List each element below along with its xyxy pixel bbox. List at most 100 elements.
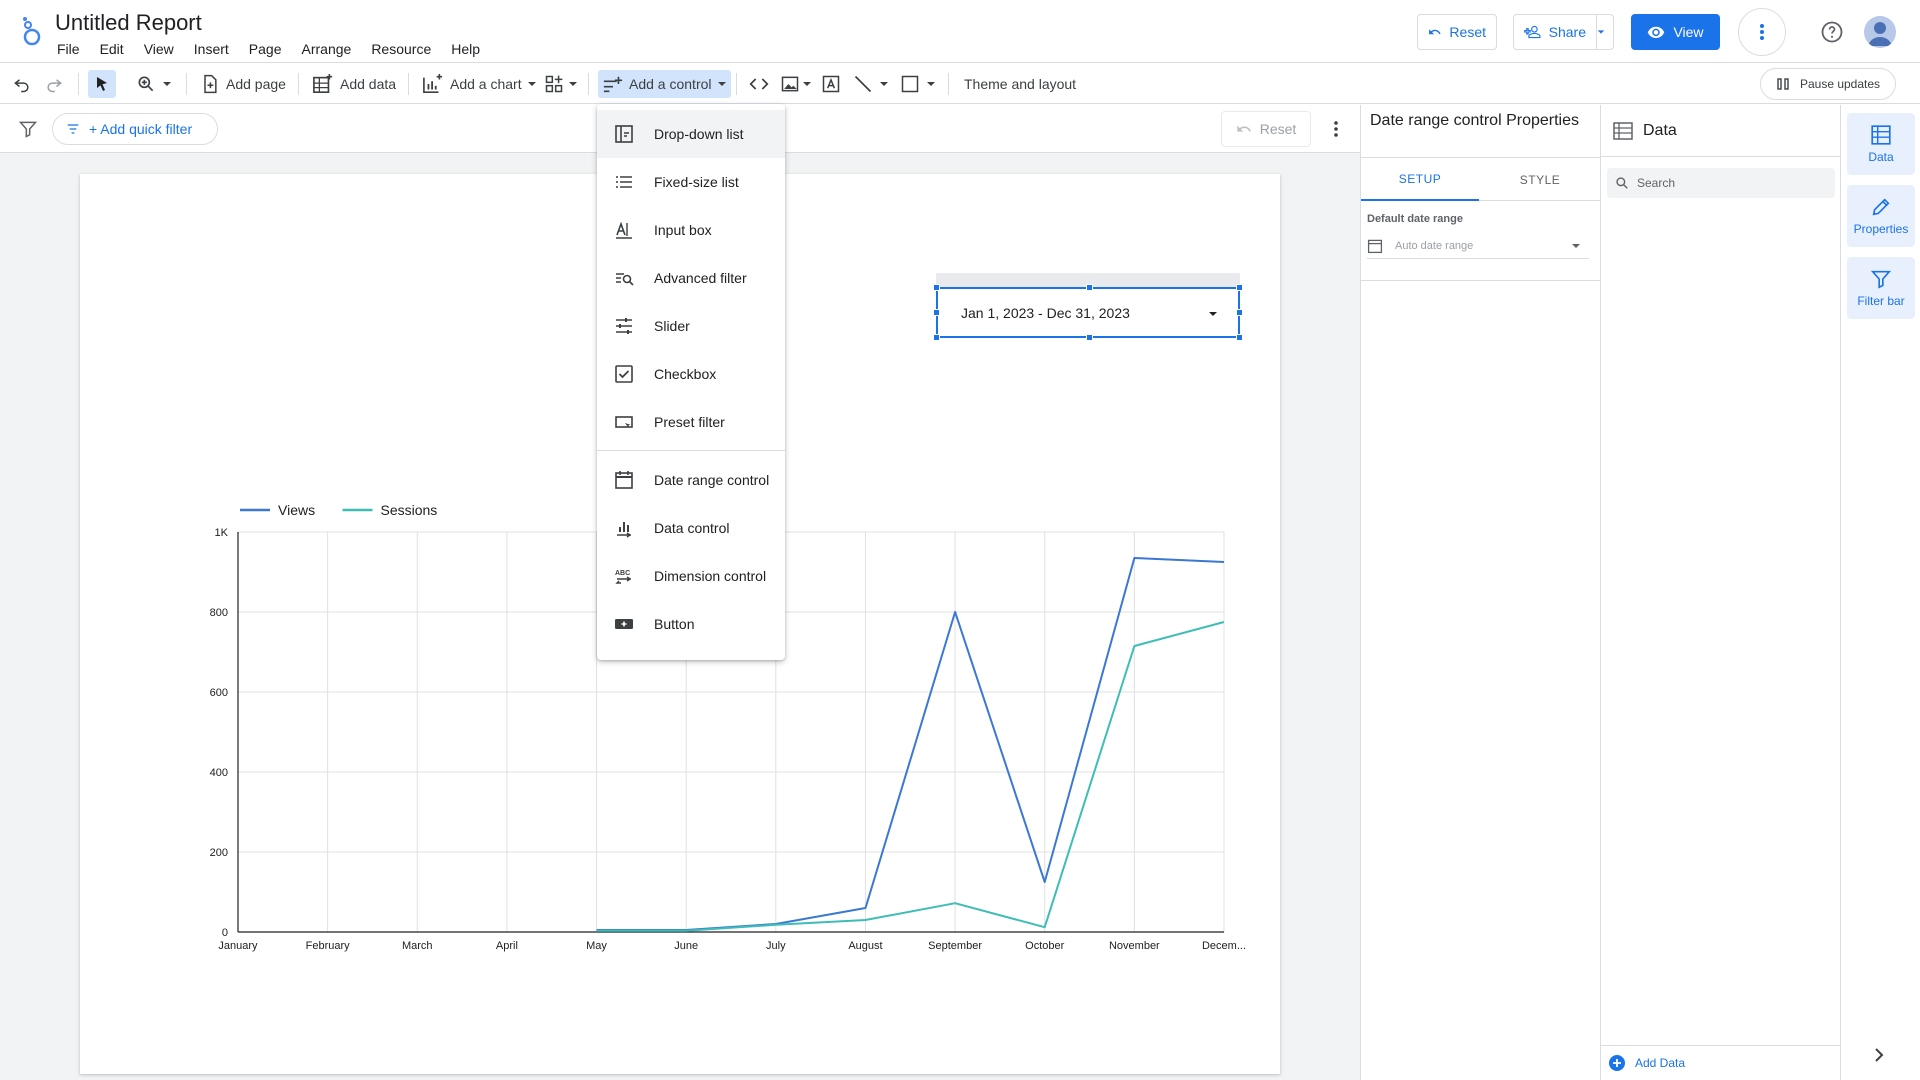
more-vert-icon[interactable]	[1326, 119, 1346, 139]
undo-button[interactable]	[12, 70, 32, 98]
menu-item-label: Fixed-size list	[654, 174, 739, 190]
tab-setup[interactable]: SETUP	[1361, 158, 1479, 201]
embed-url-button[interactable]	[748, 70, 770, 98]
menu-item-drop-down-list[interactable]: Drop-down list	[597, 110, 785, 158]
filter-list-icon	[67, 124, 79, 134]
data-search-input[interactable]: Search	[1607, 168, 1835, 198]
add-data-label: Add data	[340, 76, 397, 92]
select-tool-button[interactable]	[88, 70, 116, 98]
menu-insert[interactable]: Insert	[194, 41, 229, 57]
add-page-button[interactable]: Add page	[200, 70, 286, 98]
rail-filter-bar-button[interactable]: Filter bar	[1847, 257, 1915, 319]
y-tick-label: 400	[210, 767, 228, 779]
menu-edit[interactable]: Edit	[100, 41, 124, 57]
menu-item-label: Button	[654, 616, 695, 632]
menu-view[interactable]: View	[144, 41, 174, 57]
add-data-button[interactable]: Add data	[312, 70, 396, 98]
tab-style[interactable]: STYLE	[1481, 158, 1599, 201]
preset-filter-icon	[614, 412, 634, 432]
svg-text:ABC: ABC	[615, 570, 630, 577]
rectangle-icon	[901, 75, 919, 93]
avatar[interactable]	[1864, 16, 1896, 48]
share-dropdown-button[interactable]	[1596, 14, 1614, 50]
menu-item-data-control[interactable]: Data control	[597, 504, 785, 552]
x-tick-label: November	[1109, 940, 1160, 952]
menu-item-advanced-filter[interactable]: Advanced filter	[597, 254, 785, 302]
menu-item-label: Slider	[654, 318, 690, 334]
section-divider	[1361, 280, 1601, 281]
resize-handle[interactable]	[1236, 284, 1243, 291]
resize-handle[interactable]	[933, 309, 940, 316]
community-visualizations-button[interactable]	[544, 70, 578, 98]
add-chart-label: Add a chart	[450, 76, 522, 92]
data-panel-header: Data	[1601, 105, 1841, 157]
menu-item-checkbox[interactable]: Checkbox	[597, 350, 785, 398]
image-button[interactable]	[780, 70, 812, 98]
add-data-icon	[313, 74, 333, 93]
filter-icon	[1870, 270, 1892, 289]
filter-icon[interactable]	[18, 119, 38, 139]
account-icon	[1868, 22, 1892, 46]
chevron-right-icon[interactable]	[1869, 1045, 1889, 1065]
view-button[interactable]: View	[1631, 14, 1720, 50]
x-tick-label: June	[674, 940, 698, 952]
caret-down-icon	[803, 82, 811, 86]
caret-down-icon	[527, 82, 536, 86]
add-control-menu: Drop-down list Fixed-size list Input box…	[597, 104, 785, 660]
zoom-icon	[138, 76, 154, 92]
share-button[interactable]: Share	[1513, 14, 1597, 50]
shape-button[interactable]	[900, 70, 936, 98]
more-options-button[interactable]	[1738, 8, 1786, 56]
menu-item-label: Dimension control	[654, 568, 767, 584]
reset-button[interactable]: Reset	[1417, 14, 1497, 50]
line-button[interactable]	[853, 70, 889, 98]
menu-arrange[interactable]: Arrange	[302, 41, 352, 57]
pause-updates-button[interactable]: Pause updates	[1760, 68, 1896, 100]
add-control-button[interactable]: Add a control	[598, 70, 731, 98]
text-button[interactable]	[821, 70, 841, 98]
looker-studio-logo-icon[interactable]	[20, 16, 44, 46]
add-chart-button[interactable]: Add a chart	[422, 70, 537, 98]
menu-item-fixed-size-list[interactable]: Fixed-size list	[597, 158, 785, 206]
default-date-range-select[interactable]: Auto date range	[1367, 233, 1589, 259]
pencil-icon	[1872, 198, 1890, 216]
add-data-link[interactable]: Add Data	[1601, 1045, 1841, 1080]
table-icon	[1613, 121, 1633, 140]
resize-handle[interactable]	[933, 284, 940, 291]
menu-file[interactable]: File	[57, 41, 80, 57]
menu-item-dimension-control[interactable]: ABC Dimension control	[597, 552, 785, 600]
filter-reset-button[interactable]: Reset	[1221, 111, 1311, 147]
date-range-value: Jan 1, 2023 - Dec 31, 2023	[961, 304, 1130, 321]
menu-item-button[interactable]: Button	[597, 600, 785, 648]
menu-page[interactable]: Page	[249, 41, 282, 57]
eye-icon	[1648, 26, 1665, 38]
theme-layout-button[interactable]: Theme and layout	[964, 70, 1076, 98]
menu-item-date-range-control[interactable]: Date range control	[597, 456, 785, 504]
menu-item-preset-filter[interactable]: Preset filter	[597, 398, 785, 446]
report-title[interactable]: Untitled Report	[55, 10, 202, 36]
menu-resource[interactable]: Resource	[371, 41, 431, 57]
resize-handle[interactable]	[1086, 284, 1093, 291]
menu-help[interactable]: Help	[451, 41, 480, 57]
slider-icon	[614, 316, 634, 336]
properties-panel: Date range control Properties SETUP STYL…	[1360, 105, 1601, 1080]
help-icon[interactable]	[1820, 20, 1844, 44]
more-vert-icon	[1760, 24, 1764, 40]
zoom-button[interactable]	[136, 70, 172, 98]
menu-item-input-box[interactable]: Input box	[597, 206, 785, 254]
undo-icon	[14, 79, 29, 93]
button-icon	[614, 614, 634, 634]
caret-down-icon	[717, 82, 726, 86]
reset-button-label: Reset	[1449, 24, 1486, 40]
date-range-control[interactable]: Jan 1, 2023 - Dec 31, 2023	[933, 284, 1243, 341]
add-control-icon	[603, 76, 623, 93]
y-tick-label: 1K	[215, 527, 229, 539]
resize-handle[interactable]	[1236, 309, 1243, 316]
add-quick-filter-button[interactable]: + Add quick filter	[52, 113, 218, 145]
rail-data-button[interactable]: Data	[1847, 113, 1915, 175]
menu-item-slider[interactable]: Slider	[597, 302, 785, 350]
undo-icon	[1237, 125, 1251, 132]
redo-button[interactable]	[44, 70, 64, 98]
rail-properties-button[interactable]: Properties	[1847, 185, 1915, 247]
x-tick-label: July	[766, 940, 786, 952]
